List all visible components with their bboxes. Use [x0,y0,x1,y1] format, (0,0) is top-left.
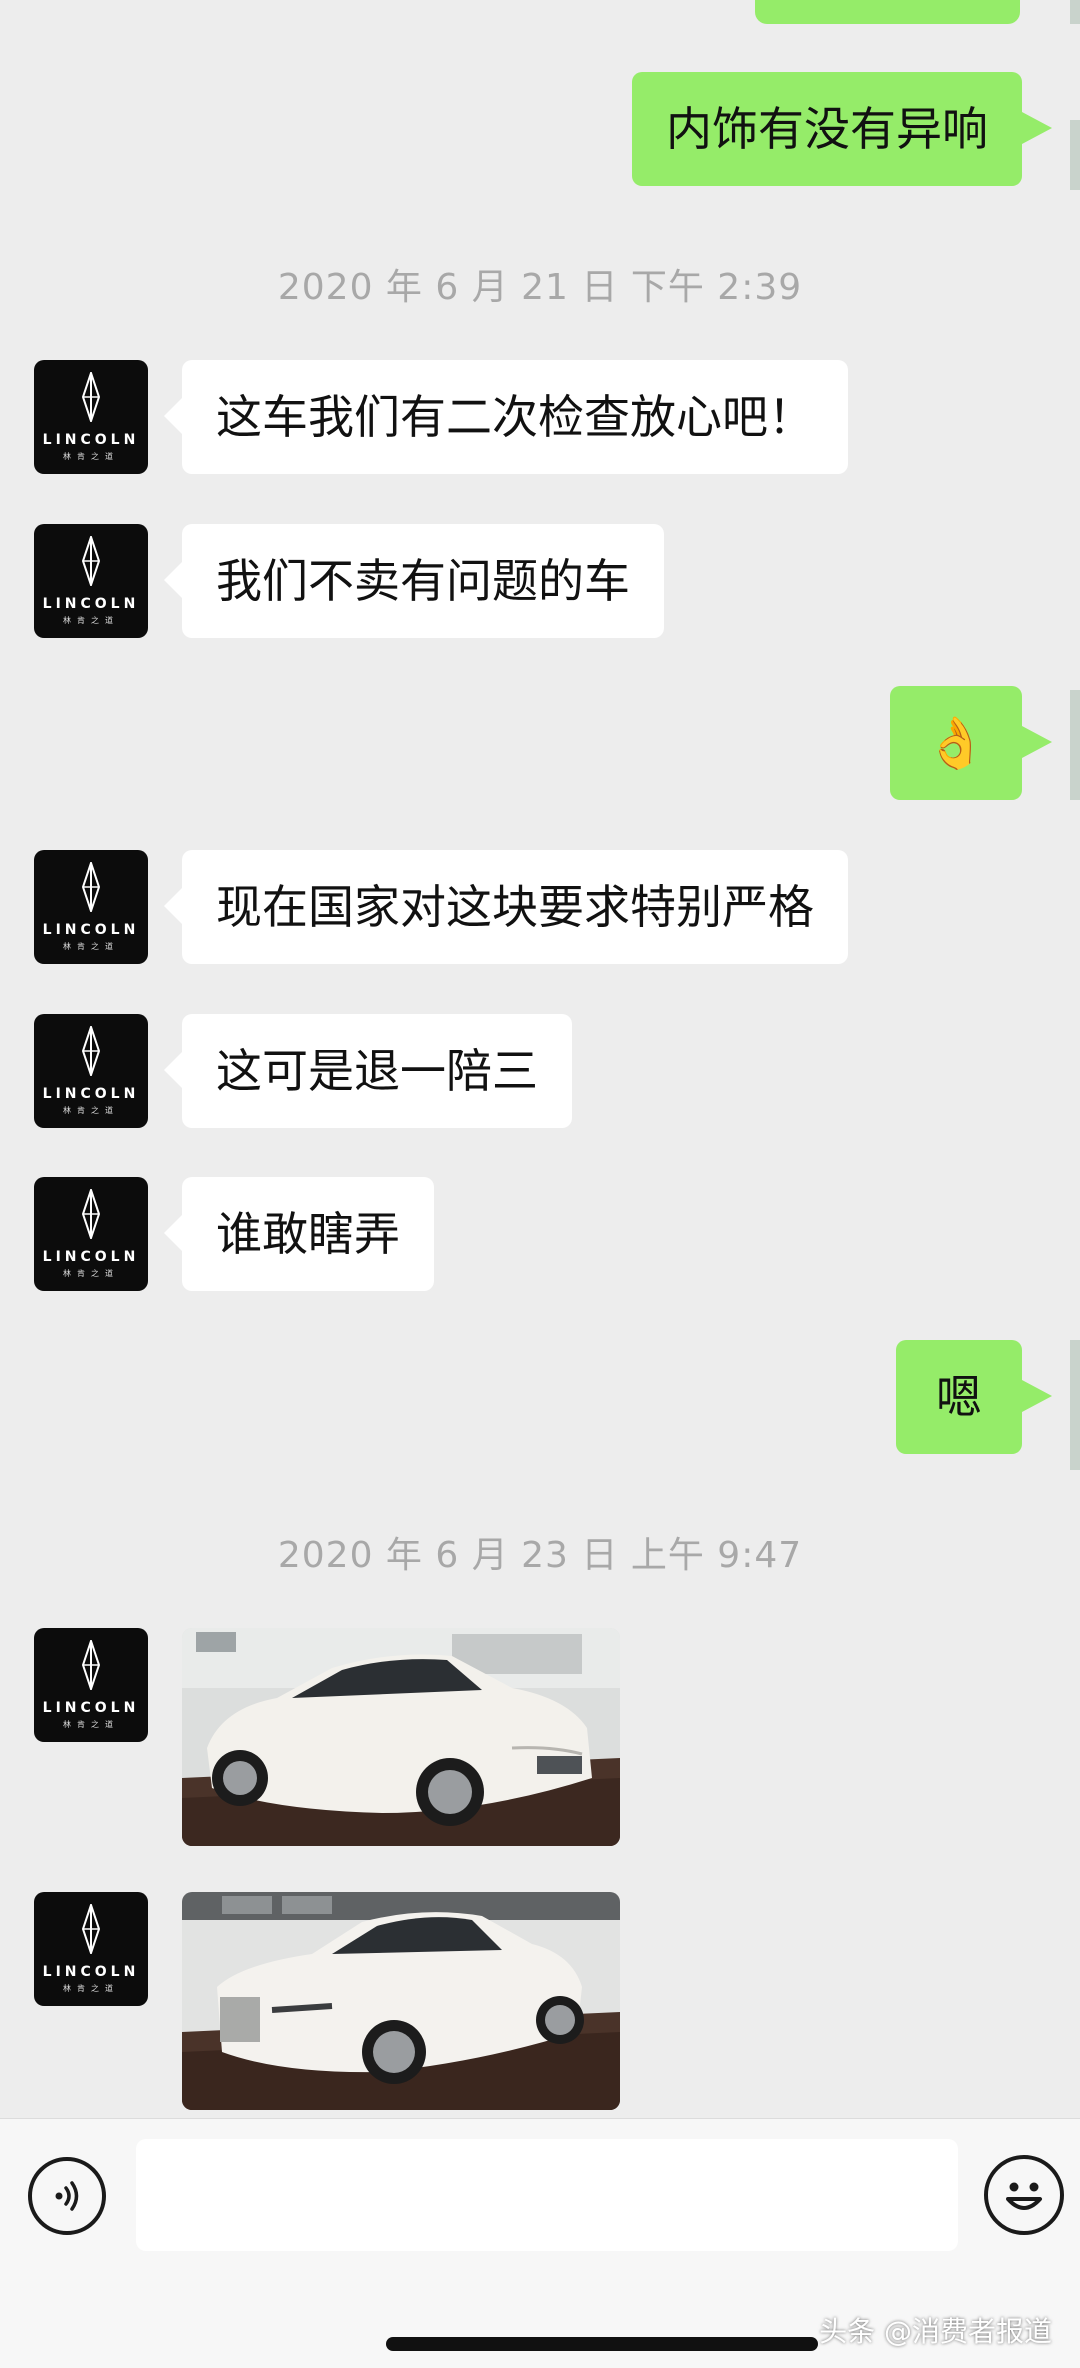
message-text: 这车我们有二次检查放心吧！ [216,390,814,444]
partial-avatar [1070,690,1080,800]
timestamp: 2020 年 6 月 21 日 下午 2:39 [277,267,803,308]
lincoln-star-icon [80,1189,102,1239]
message-text: 嗯 [936,1370,982,1424]
received-message[interactable]: 谁敢瞎弄 [164,1177,434,1291]
received-message[interactable]: 现在国家对这块要求特别严格 [164,850,848,964]
avatar-brand-sub: 林肯之道 [63,616,119,625]
avatar[interactable]: LINCOLN 林肯之道 [34,1177,148,1291]
timestamp: 2020 年 6 月 23 日 上午 9:47 [277,1535,803,1576]
lincoln-star-icon [80,372,102,422]
avatar[interactable]: LINCOLN 林肯之道 [34,1892,148,2006]
partial-avatar [1070,0,1080,24]
message-text: 我们不卖有问题的车 [216,554,630,608]
avatar[interactable]: LINCOLN 林肯之道 [34,850,148,964]
partial-avatar [1070,120,1080,190]
lincoln-star-icon [80,1026,102,1076]
avatar-brand: LINCOLN [42,1964,140,1980]
received-message[interactable]: 我们不卖有问题的车 [164,524,664,638]
avatar-brand: LINCOLN [42,1249,140,1265]
avatar[interactable]: LINCOLN 林肯之道 [34,1628,148,1742]
avatar[interactable]: LINCOLN 林肯之道 [34,360,148,474]
avatar[interactable]: LINCOLN 林肯之道 [34,524,148,638]
avatar-brand-sub: 林肯之道 [63,1720,119,1729]
message-text: 谁敢瞎弄 [216,1207,400,1261]
voice-icon[interactable] [28,2157,106,2235]
sent-message[interactable]: 内饰有没有异响 [632,72,1052,186]
received-message[interactable]: 这可是退一陪三 [164,1014,572,1128]
lincoln-star-icon [80,1640,102,1690]
avatar-brand-sub: 林肯之道 [63,1106,119,1115]
avatar-brand-sub: 林肯之道 [63,942,119,951]
avatar-brand: LINCOLN [42,596,140,612]
emoji-icon[interactable] [984,2155,1064,2235]
avatar-brand-sub: 林肯之道 [63,452,119,461]
car-photo-message[interactable] [182,1628,620,1846]
avatar[interactable]: LINCOLN 林肯之道 [34,1014,148,1128]
sent-message[interactable]: 👌 [890,686,1052,800]
partial-avatar [1070,1340,1080,1470]
car-photo-message[interactable] [182,1892,620,2110]
chat-area[interactable]: 内饰有没有异响 2020 年 6 月 21 日 下午 2:39 LINCOLN … [0,0,1080,2118]
received-message[interactable]: 这车我们有二次检查放心吧！ [164,360,848,474]
avatar-brand: LINCOLN [42,1086,140,1102]
lincoln-star-icon [80,536,102,586]
ok-hand-emoji: 👌 [924,714,988,772]
avatar-brand: LINCOLN [42,1700,140,1716]
message-input[interactable] [136,2139,958,2251]
avatar-brand-sub: 林肯之道 [63,1984,119,1993]
avatar-brand: LINCOLN [42,922,140,938]
home-indicator[interactable] [386,2337,818,2351]
sent-message[interactable]: 嗯 [896,1340,1052,1454]
message-text: 内饰有没有异响 [666,102,988,156]
lincoln-star-icon [80,1904,102,1954]
partial-message-bubble [755,0,1020,24]
watermark: 头条 @消费者报道 [819,2315,1052,2348]
avatar-brand: LINCOLN [42,432,140,448]
message-text: 现在国家对这块要求特别严格 [216,880,814,934]
lincoln-star-icon [80,862,102,912]
message-text: 这可是退一陪三 [216,1044,538,1098]
avatar-brand-sub: 林肯之道 [63,1269,119,1278]
